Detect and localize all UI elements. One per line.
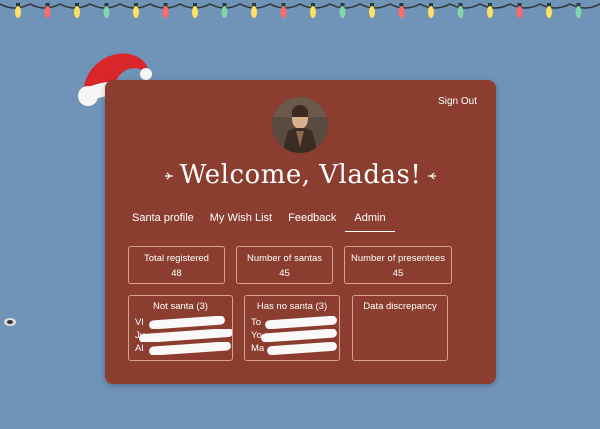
- tab-admin[interactable]: Admin: [345, 210, 395, 232]
- redaction: [148, 316, 226, 329]
- light-wire: [0, 3, 600, 9]
- sign-out-button[interactable]: Sign Out: [438, 96, 477, 107]
- flourish-left-icon: [164, 172, 173, 180]
- welcome-heading: Welcome, Vladas!: [105, 160, 496, 190]
- light-bulb: [546, 6, 552, 18]
- list-not-santa: Not santa (3) Vl Ju Al: [128, 295, 233, 361]
- stat-value: 45: [279, 268, 290, 279]
- redaction: [266, 342, 338, 355]
- light-bulb: [487, 6, 493, 18]
- light-bulb: [103, 6, 110, 18]
- light-bulb: [428, 6, 434, 18]
- redaction: [138, 329, 232, 342]
- redaction: [264, 316, 338, 329]
- welcome-text: Welcome, Vladas!: [179, 160, 422, 190]
- list-item: To: [251, 316, 339, 329]
- list-item: Yo: [251, 329, 339, 342]
- redaction: [260, 329, 338, 342]
- stat-number-of-santas: Number of santas 45: [236, 246, 333, 284]
- list-item: Ju: [135, 329, 232, 342]
- light-bulb: [369, 6, 375, 18]
- tab-feedback[interactable]: Feedback: [281, 210, 345, 232]
- light-bulb: [133, 6, 139, 18]
- stat-number-of-presentees: Number of presentees 45: [344, 246, 452, 284]
- list-data-discrepancy: Data discrepancy: [352, 295, 448, 361]
- tab-my-wish-list[interactable]: My Wish List: [203, 210, 281, 232]
- list-has-no-santa: Has no santa (3) To Yo Ma: [244, 295, 340, 361]
- light-bulb: [162, 6, 169, 18]
- light-bulb: [457, 6, 464, 18]
- list-item: Al: [135, 342, 232, 355]
- stat-value: 45: [392, 268, 404, 279]
- stat-total-registered: Total registered 48: [128, 246, 225, 284]
- list-title: Has no santa (3): [256, 301, 328, 312]
- stat-title: Total registered: [144, 253, 209, 264]
- light-bulb: [192, 6, 198, 18]
- redaction: [148, 342, 232, 355]
- user-avatar-icon: [272, 97, 328, 153]
- light-bulb: [339, 6, 346, 18]
- light-bulb: [516, 6, 523, 18]
- light-bulb: [398, 6, 405, 18]
- light-bulb: [74, 6, 80, 18]
- tab-bar: Santa profile My Wish List Feedback Admi…: [125, 210, 395, 232]
- light-bulb: [221, 6, 228, 18]
- avatar: [272, 97, 328, 153]
- christmas-lights: [0, 3, 600, 18]
- list-title: Not santa (3): [153, 301, 208, 312]
- light-bulb: [15, 6, 21, 18]
- list-title: Data discrepancy: [363, 301, 437, 312]
- light-bulb: [251, 6, 257, 18]
- stat-title: Number of presentees: [351, 253, 445, 264]
- light-bulb: [280, 6, 287, 18]
- tab-santa-profile[interactable]: Santa profile: [125, 210, 203, 232]
- list-item: Ma: [251, 342, 339, 355]
- flourish-right-icon: [428, 172, 437, 180]
- list-item: Vl: [135, 316, 232, 329]
- ornament-icon: [4, 318, 16, 326]
- light-bulb: [575, 6, 582, 18]
- stat-value: 48: [171, 268, 182, 279]
- light-bulb: [44, 6, 51, 18]
- admin-card: Sign Out Welcome, Vladas! Santa profile …: [105, 80, 496, 384]
- stat-title: Number of santas: [247, 253, 322, 264]
- light-bulb: [310, 6, 316, 18]
